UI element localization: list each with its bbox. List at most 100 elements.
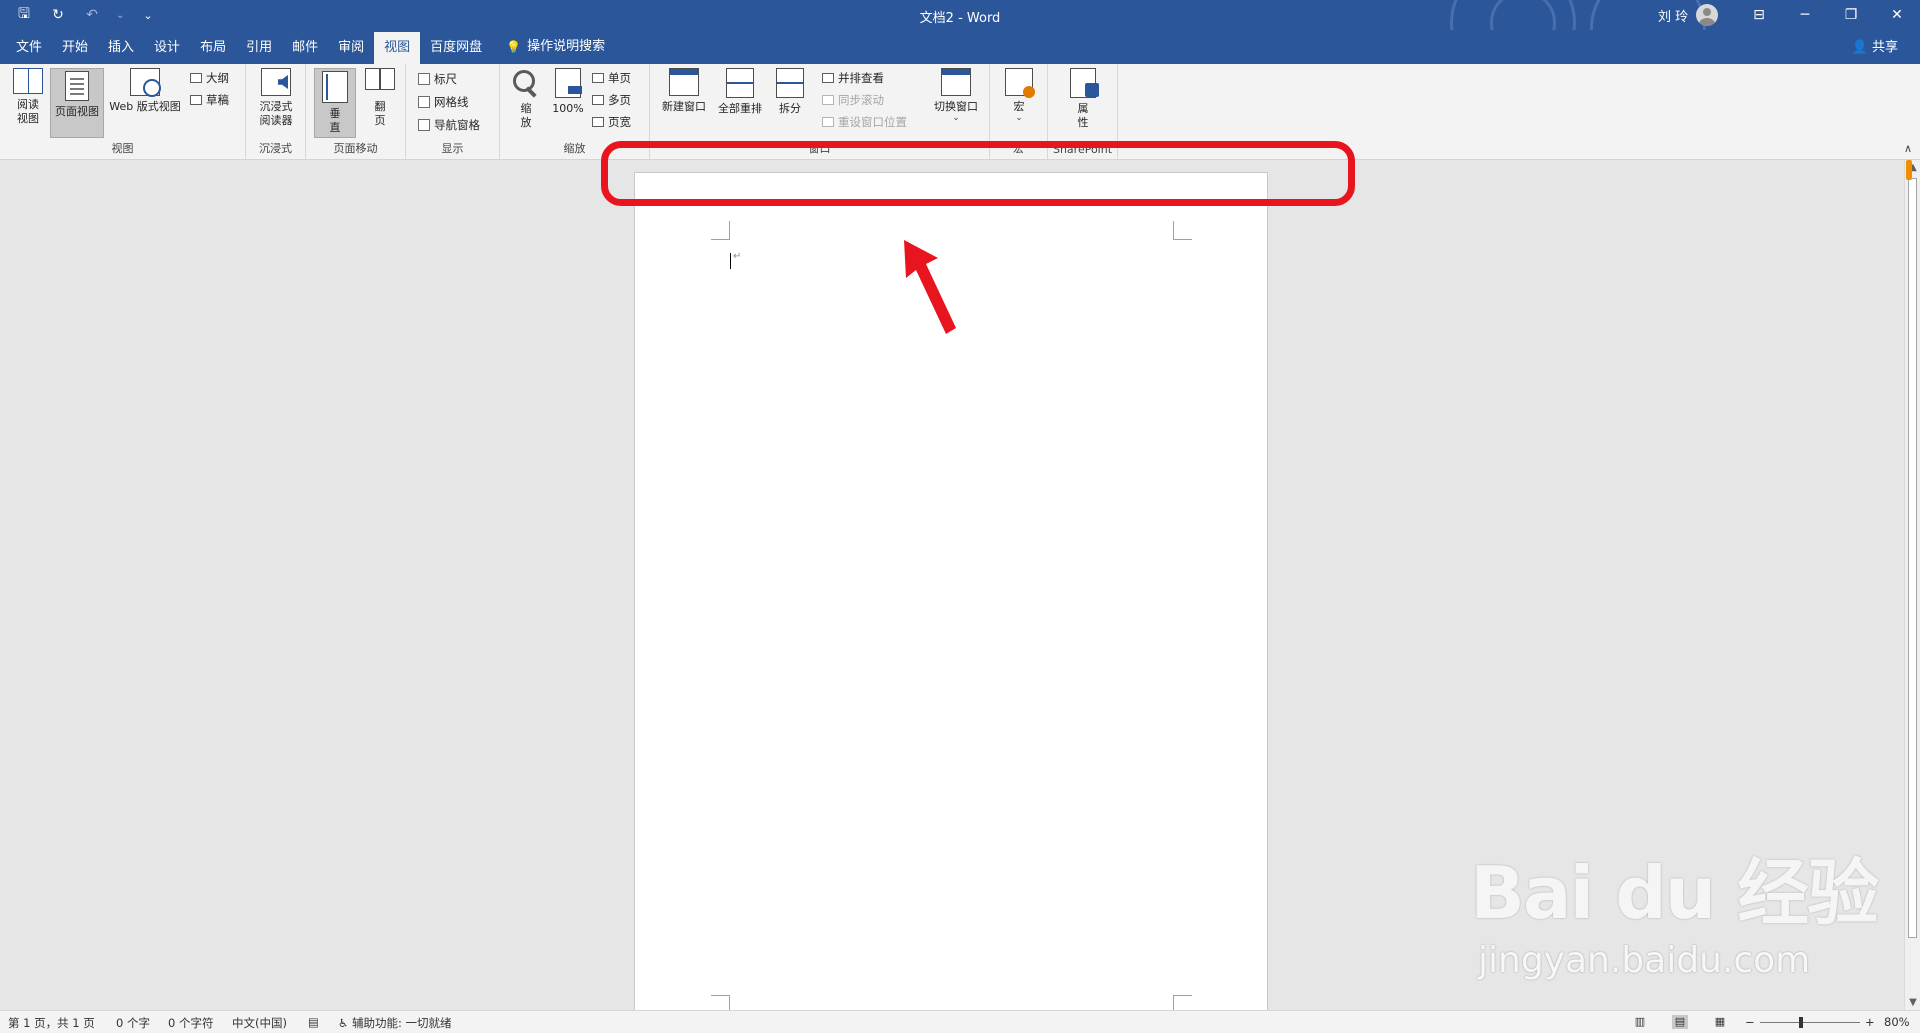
checkbox-icon: [418, 96, 430, 108]
zoom-slider-thumb[interactable]: [1799, 1017, 1803, 1028]
group-views: 阅读 视图 页面视图 Web 版式视图 大纲 草稿 视图: [0, 64, 246, 159]
group-label: 显示: [441, 142, 464, 155]
scroll-down-icon[interactable]: ▼: [1905, 997, 1920, 1008]
page-width-icon: [592, 117, 604, 127]
tab-references[interactable]: 引用: [236, 30, 282, 64]
reset-position-icon: [822, 117, 834, 127]
ribbon-tabs-row: 文件 开始 插入 设计 布局 引用 邮件 审阅 视图 百度网盘 💡 操作说明搜索…: [0, 30, 1920, 64]
arrange-all-button[interactable]: 全部重排: [714, 68, 766, 116]
web-layout-button[interactable]: Web 版式视图: [104, 68, 186, 114]
gridlines-checkbox[interactable]: 网格线: [418, 94, 469, 110]
person-icon: 👤: [1851, 40, 1868, 55]
print-layout-button[interactable]: 页面视图: [50, 68, 104, 138]
chevron-down-icon: ⌄: [1015, 113, 1023, 123]
title-bar: 🖫 ↻ ↶ ⌄ ⌄ 文档2 - Word 刘 玲 ⊟ ─ ❐ ✕: [0, 0, 1920, 60]
accessibility-status[interactable]: ♿ 辅助功能: 一切就绪: [338, 1015, 452, 1031]
immersive-reader-button[interactable]: 沉浸式 阅读器: [252, 68, 300, 128]
tab-layout[interactable]: 布局: [190, 30, 236, 64]
redo-icon[interactable]: ↻: [48, 7, 68, 23]
web-icon: [130, 68, 161, 97]
tell-me-label: 操作说明搜索: [527, 39, 606, 54]
new-window-button[interactable]: 新建窗口: [658, 68, 710, 114]
outline-button[interactable]: 大纲: [190, 70, 229, 86]
share-button[interactable]: 👤 共享: [1852, 30, 1898, 66]
macro-recording-icon[interactable]: ▤: [308, 1015, 319, 1029]
tell-me-search[interactable]: 💡 操作说明搜索: [492, 30, 605, 64]
properties-icon: [1070, 68, 1099, 98]
share-label: 共享: [1871, 40, 1898, 55]
vertical-button[interactable]: 垂 直: [314, 68, 356, 138]
undo-dropdown-icon[interactable]: ⌄: [116, 10, 124, 21]
tab-review[interactable]: 审阅: [328, 30, 374, 64]
arrange-all-icon: [726, 68, 754, 98]
view-side-by-side-button[interactable]: 并排查看: [822, 70, 884, 86]
crop-mark: [1173, 221, 1192, 240]
multiple-pages-button[interactable]: 多页: [592, 92, 631, 108]
undo-icon[interactable]: ↶: [82, 7, 102, 23]
tab-baidu-netdisk[interactable]: 百度网盘: [420, 30, 492, 64]
print-layout-view-icon[interactable]: ▤: [1672, 1015, 1688, 1029]
immersive-reader-icon: [261, 68, 291, 96]
switch-windows-button[interactable]: 切换窗口 ⌄: [928, 68, 984, 123]
zoom-level[interactable]: 80%: [1884, 1015, 1910, 1029]
tab-mailings[interactable]: 邮件: [282, 30, 328, 64]
page-count[interactable]: 第 1 页，共 1 页: [8, 1015, 95, 1031]
tab-design[interactable]: 设计: [144, 30, 190, 64]
text-cursor: [730, 253, 731, 269]
minimize-button[interactable]: ─: [1782, 0, 1828, 30]
zoom-100-button[interactable]: 100%: [548, 68, 588, 116]
read-mode-view-icon[interactable]: ▥: [1632, 1015, 1648, 1029]
account[interactable]: 刘 玲: [1658, 4, 1719, 26]
reset-window-position-button[interactable]: 重设窗口位置: [822, 114, 907, 130]
close-button[interactable]: ✕: [1874, 0, 1920, 30]
group-label: 沉浸式: [259, 142, 292, 155]
macros-button[interactable]: 宏 ⌄: [1000, 68, 1038, 123]
tab-insert[interactable]: 插入: [98, 30, 144, 64]
zoom-slider[interactable]: [1760, 1022, 1860, 1023]
properties-button[interactable]: 属 性: [1064, 68, 1102, 130]
book-icon: [13, 68, 43, 94]
zoom-out-button[interactable]: −: [1745, 1015, 1755, 1029]
character-count[interactable]: 0 个字符: [168, 1015, 213, 1031]
paragraph-mark: ↵: [733, 251, 742, 262]
ruler-checkbox[interactable]: 标尺: [418, 71, 457, 87]
tab-home[interactable]: 开始: [52, 30, 98, 64]
chevron-down-icon: ⌄: [952, 113, 960, 123]
user-name: 刘 玲: [1658, 9, 1689, 25]
language[interactable]: 中文(中国): [232, 1015, 287, 1031]
save-icon[interactable]: 🖫: [14, 3, 34, 27]
page-width-button[interactable]: 页宽: [592, 114, 631, 130]
one-page-button[interactable]: 单页: [592, 70, 631, 86]
avatar[interactable]: [1696, 4, 1719, 26]
zoom-button[interactable]: 缩 放: [510, 68, 542, 130]
draft-button[interactable]: 草稿: [190, 92, 229, 108]
multiple-pages-icon: [592, 95, 604, 105]
scrollbar-thumb[interactable]: [1908, 178, 1917, 938]
checkbox-icon: [418, 119, 430, 131]
group-label: 页面移动: [333, 142, 378, 155]
split-icon: [776, 68, 804, 98]
split-button[interactable]: 拆分: [770, 68, 810, 116]
vertical-scroll-icon: [322, 71, 348, 103]
collapse-ribbon-icon[interactable]: ∧: [1904, 142, 1912, 155]
ribbon-display-options-icon[interactable]: ⊟: [1736, 0, 1782, 30]
side-by-side-icon: [822, 73, 834, 83]
side-to-side-icon: [365, 68, 395, 96]
restore-button[interactable]: ❐: [1828, 0, 1874, 30]
page-icon: [65, 71, 89, 101]
navigation-pane-checkbox[interactable]: 导航窗格: [418, 117, 480, 133]
customize-qat-icon[interactable]: ⌄: [138, 9, 158, 22]
web-layout-view-icon[interactable]: ▦: [1712, 1015, 1728, 1029]
read-mode-button[interactable]: 阅读 视图: [8, 68, 48, 126]
tab-view[interactable]: 视图: [374, 32, 421, 64]
sync-scroll-icon: [822, 95, 834, 105]
side-to-side-button[interactable]: 翻 页: [360, 68, 400, 128]
zoom-in-button[interactable]: +: [1865, 1015, 1875, 1029]
vertical-scrollbar[interactable]: ▲ ▼: [1904, 160, 1920, 1010]
macro-icon: [1005, 68, 1035, 98]
lightbulb-icon: 💡: [506, 40, 522, 54]
synchronous-scrolling-button[interactable]: 同步滚动: [822, 92, 884, 108]
word-count[interactable]: 0 个字: [116, 1015, 150, 1031]
tab-file[interactable]: 文件: [6, 30, 52, 64]
group-immersive: 沉浸式 阅读器 沉浸式: [246, 64, 306, 159]
